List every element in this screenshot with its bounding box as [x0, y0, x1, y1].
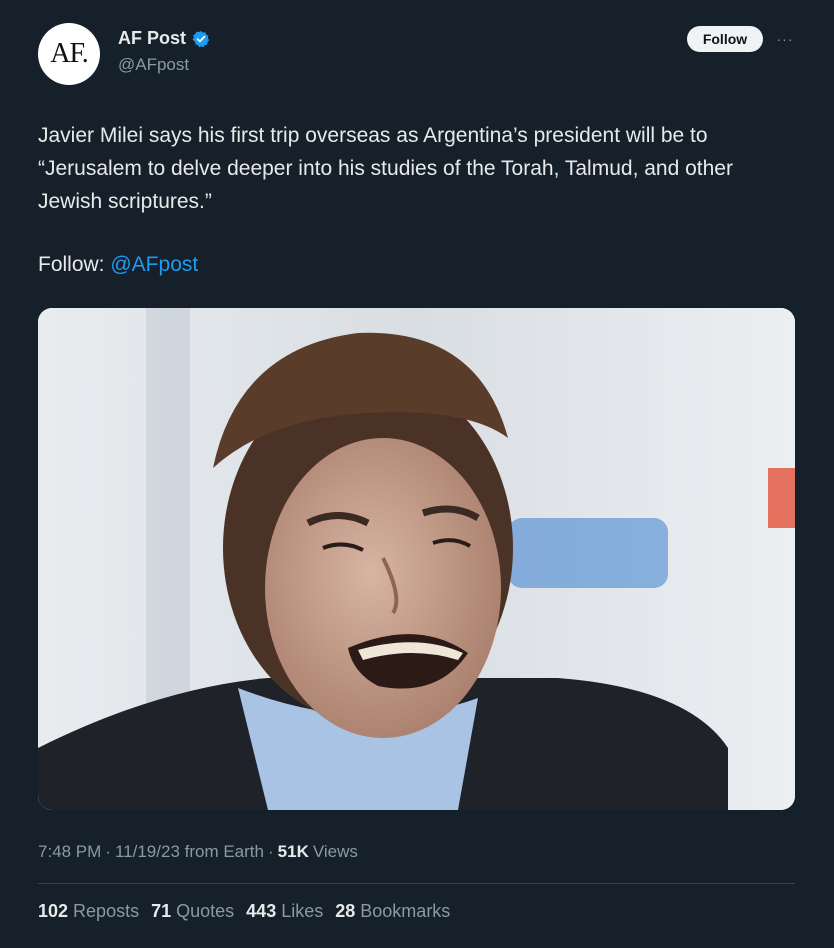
- stat-likes[interactable]: 443 Likes: [246, 901, 323, 922]
- avatar-text: AF.: [50, 38, 89, 69]
- views-count: 51K: [277, 842, 309, 861]
- tweet-meta: 7:48 PM · 11/19/23 from Earth · 51K View…: [38, 842, 358, 862]
- stat-count: 28: [335, 901, 356, 921]
- tweet-card: AF. AF Post @AFpost Follow ··· Javier Mi…: [0, 0, 834, 948]
- tweet-text: Javier Milei says his first trip oversea…: [38, 124, 733, 213]
- verified-badge-icon: [192, 30, 210, 48]
- stat-count: 443: [246, 901, 277, 921]
- author-name-row: AF Post: [118, 28, 210, 49]
- stat-label: Bookmarks: [360, 901, 451, 921]
- stat-quotes[interactable]: 71 Quotes: [151, 901, 234, 922]
- photo-illustration: [38, 308, 795, 810]
- follow-line: Follow: @AFpost: [38, 248, 198, 281]
- stat-reposts[interactable]: 102 Reposts: [38, 901, 139, 922]
- stat-label: Reposts: [73, 901, 140, 921]
- author-handle[interactable]: @AFpost: [118, 55, 189, 75]
- meta-separator: ·: [105, 842, 111, 861]
- display-name[interactable]: AF Post: [118, 28, 186, 49]
- engagement-stats: 102 Reposts 71 Quotes 443 Likes 28 Bookm…: [38, 901, 450, 922]
- follow-button[interactable]: Follow: [687, 26, 763, 52]
- stat-count: 71: [151, 901, 172, 921]
- stat-label: Likes: [281, 901, 324, 921]
- mention-link[interactable]: @AFpost: [110, 253, 198, 276]
- stat-bookmarks[interactable]: 28 Bookmarks: [335, 901, 450, 922]
- follow-prefix: Follow:: [38, 253, 111, 276]
- views-label: Views: [312, 842, 358, 861]
- tweet-time[interactable]: 7:48 PM: [38, 842, 101, 862]
- more-options-icon[interactable]: ···: [772, 26, 798, 52]
- tweet-date-source[interactable]: 11/19/23 from Earth: [115, 842, 264, 862]
- stat-count: 102: [38, 901, 69, 921]
- stat-label: Quotes: [176, 901, 235, 921]
- avatar[interactable]: AF.: [38, 23, 100, 85]
- meta-separator: ·: [267, 842, 274, 861]
- tweet-photo[interactable]: [38, 308, 795, 810]
- divider: [38, 883, 795, 884]
